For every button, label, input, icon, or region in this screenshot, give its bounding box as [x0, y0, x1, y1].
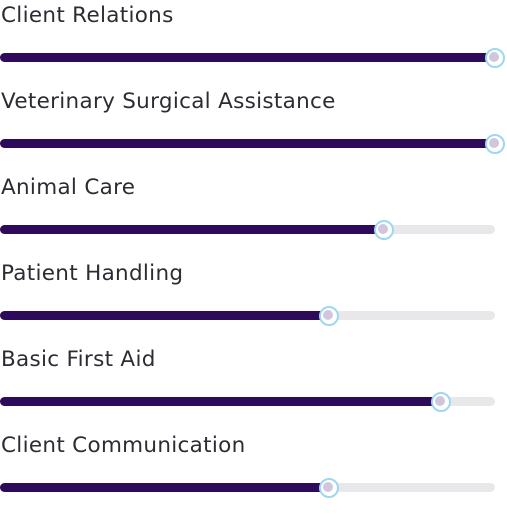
- slider-thumb-core: [489, 52, 499, 62]
- skill-slider-track[interactable]: [0, 391, 495, 412]
- skill-slider-fill: [0, 225, 384, 234]
- slider-thumb-core: [323, 310, 334, 320]
- skills-list: Client Relations Veterinary Surgical Ass…: [0, 0, 507, 498]
- skill-label: Animal Care: [1, 175, 136, 200]
- skill-patient-handling: Patient Handling: [0, 258, 507, 344]
- skill-label: Patient Handling: [1, 261, 184, 286]
- slider-thumb-core: [489, 138, 499, 148]
- skill-slider-thumb[interactable]: [373, 219, 394, 240]
- skill-slider-track[interactable]: [0, 133, 505, 154]
- skill-slider-track[interactable]: [0, 47, 505, 68]
- skill-slider-track[interactable]: [0, 305, 495, 326]
- skill-slider-thumb[interactable]: [319, 305, 340, 326]
- skill-client-relations: Client Relations: [0, 0, 507, 86]
- skill-label: Client Communication: [1, 433, 246, 458]
- slider-thumb-core: [377, 224, 388, 234]
- skill-slider-track[interactable]: [0, 219, 495, 240]
- skill-label: Veterinary Surgical Assistance: [1, 89, 336, 114]
- skill-slider-thumb[interactable]: [430, 391, 451, 412]
- skill-slider-track[interactable]: [0, 477, 495, 498]
- skill-slider-fill: [0, 397, 441, 406]
- skill-slider-fill: [0, 311, 330, 320]
- skill-slider-thumb[interactable]: [485, 133, 505, 154]
- skill-label: Basic First Aid: [1, 347, 156, 372]
- skill-slider-fill: [0, 139, 495, 148]
- slider-thumb-core: [434, 396, 445, 406]
- skill-client-communication: Client Communication: [0, 430, 507, 516]
- slider-thumb-core: [323, 482, 334, 492]
- skill-slider-thumb[interactable]: [319, 477, 340, 498]
- skill-slider-fill: [0, 483, 330, 492]
- skill-slider-fill: [0, 53, 495, 62]
- skill-animal-care: Animal Care: [0, 172, 507, 258]
- skill-veterinary-surgical-assistance: Veterinary Surgical Assistance: [0, 86, 507, 172]
- skill-slider-thumb[interactable]: [485, 47, 505, 68]
- skill-label: Client Relations: [1, 3, 174, 28]
- skill-basic-first-aid: Basic First Aid: [0, 344, 507, 430]
